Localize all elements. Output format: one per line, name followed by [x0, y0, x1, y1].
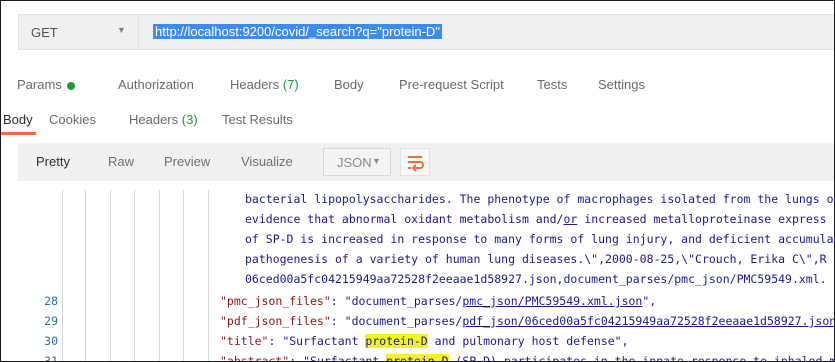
tab-settings[interactable]: Settings — [598, 77, 645, 92]
tab-tests[interactable]: Tests — [537, 77, 567, 92]
chevron-down-icon: ▼ — [117, 25, 126, 35]
indent-guide — [62, 190, 63, 361]
tab-authorization[interactable]: Authorization — [118, 77, 194, 92]
indent-guide — [110, 190, 111, 361]
tab-body[interactable]: Body — [334, 77, 364, 92]
params-active-dot — [66, 81, 75, 90]
json-string: and pulmonary host defense", — [427, 334, 629, 348]
tab-headers-label: Headers — [230, 77, 280, 92]
indent-guide — [159, 190, 160, 361]
line-number: 29 — [44, 314, 58, 328]
response-tab-headers-label: Headers — [129, 112, 179, 127]
json-link[interactable]: pdf_json/06ced00a5fc04215949aa72528f2eea… — [462, 314, 834, 328]
code-continuation-line: of SP-D is increased in response to many… — [245, 232, 834, 246]
wrap-lines-button[interactable] — [400, 148, 430, 176]
code-line: "title": "Surfactant protein-D and pulmo… — [220, 334, 629, 348]
json-string: "Surfactant — [282, 334, 366, 348]
pretty-button[interactable]: Pretty — [36, 154, 70, 169]
response-tab-cookies[interactable]: Cookies — [49, 112, 96, 127]
json-string: "document_parses/ — [344, 294, 463, 308]
raw-button[interactable]: Raw — [108, 154, 134, 169]
tab-headers[interactable]: Headers (7) — [230, 77, 299, 92]
code-link[interactable]: or — [564, 212, 578, 226]
request-bar: GET ▼ http://localhost:9200/covid/_searc… — [1, 1, 834, 56]
url-text: http://localhost:9200/covid/_search?q="p… — [153, 24, 442, 39]
request-tabs: Params Authorization Headers (7) Body Pr… — [1, 69, 834, 99]
format-select-value: JSON — [337, 155, 372, 170]
json-key: "title" — [220, 334, 269, 348]
chevron-down-icon: ▼ — [372, 156, 381, 166]
wrap-lines-icon — [408, 156, 424, 172]
method-select[interactable]: GET ▼ — [18, 14, 138, 50]
code-line: "abstract": "Surfactant protein-D (SP-D)… — [220, 354, 835, 362]
response-tab-test-results[interactable]: Test Results — [222, 112, 293, 127]
postman-window: GET ▼ http://localhost:9200/covid/_searc… — [0, 0, 835, 362]
visualize-button[interactable]: Visualize — [241, 154, 293, 169]
json-string: "Surfactant — [303, 354, 387, 362]
code-text: evidence that abnormal oxidant metabolis… — [245, 212, 564, 226]
preview-button[interactable]: Preview — [164, 154, 210, 169]
search-highlight: protein-D — [365, 334, 428, 348]
code-line: "pmc_json_files": "document_parses/pmc_j… — [220, 294, 656, 308]
search-highlight: protein-D — [386, 354, 449, 361]
json-string: "document_parses/ — [344, 314, 463, 328]
response-tab-body[interactable]: Body — [3, 112, 33, 127]
json-separator: : — [330, 294, 345, 308]
format-select[interactable]: JSON ▼ — [323, 148, 391, 176]
tab-params[interactable]: Params — [17, 77, 75, 92]
json-key: "pmc_json_files" — [220, 294, 331, 308]
response-tab-headers[interactable]: Headers (3) — [129, 112, 198, 127]
response-tabs: Body Cookies Headers (3) Test Results — [1, 105, 834, 135]
json-string: ", — [642, 294, 657, 308]
json-separator: : — [268, 334, 283, 348]
line-number: 28 — [44, 294, 58, 308]
code-text: increased metalloproteinase express — [577, 212, 827, 226]
code-continuation-line: pathogenesis of a variety of human lung … — [245, 252, 827, 266]
response-headers-count: (3) — [181, 112, 198, 127]
tab-params-label: Params — [17, 77, 62, 92]
line-number: 30 — [44, 334, 58, 348]
format-toolbar: Pretty Raw Preview Visualize JSON ▼ — [18, 143, 834, 181]
line-number: 31 — [44, 354, 58, 362]
json-key: "abstract" — [220, 354, 290, 362]
tab-prerequest-script[interactable]: Pre-request Script — [399, 77, 504, 92]
response-code-view[interactable]: bacterial lipopolysaccharides. The pheno… — [18, 190, 835, 362]
code-continuation-line: evidence that abnormal oxidant metabolis… — [245, 212, 827, 226]
indent-guide — [134, 190, 135, 361]
json-string: (SP-D) participates in the innate respon… — [448, 354, 835, 362]
json-separator: : — [330, 314, 345, 328]
headers-count: (7) — [282, 77, 299, 92]
json-separator: : — [289, 354, 304, 362]
indent-guide — [85, 190, 86, 361]
code-line: "pdf_json_files": "document_parses/pdf_j… — [220, 314, 834, 328]
url-input[interactable]: http://localhost:9200/covid/_search?q="p… — [138, 14, 834, 50]
active-tab-underline — [1, 132, 36, 135]
json-key: "pdf_json_files" — [220, 314, 331, 328]
method-label: GET — [31, 25, 58, 40]
code-continuation-line: bacterial lipopolysaccharides. The pheno… — [245, 192, 834, 206]
indent-guide — [208, 190, 209, 361]
code-continuation-line: 06ced00a5fc04215949aa72528f2eeaae1d58927… — [245, 272, 827, 286]
json-link[interactable]: pmc_json/PMC59549.xml.json — [462, 294, 642, 308]
indent-guide — [183, 190, 184, 361]
